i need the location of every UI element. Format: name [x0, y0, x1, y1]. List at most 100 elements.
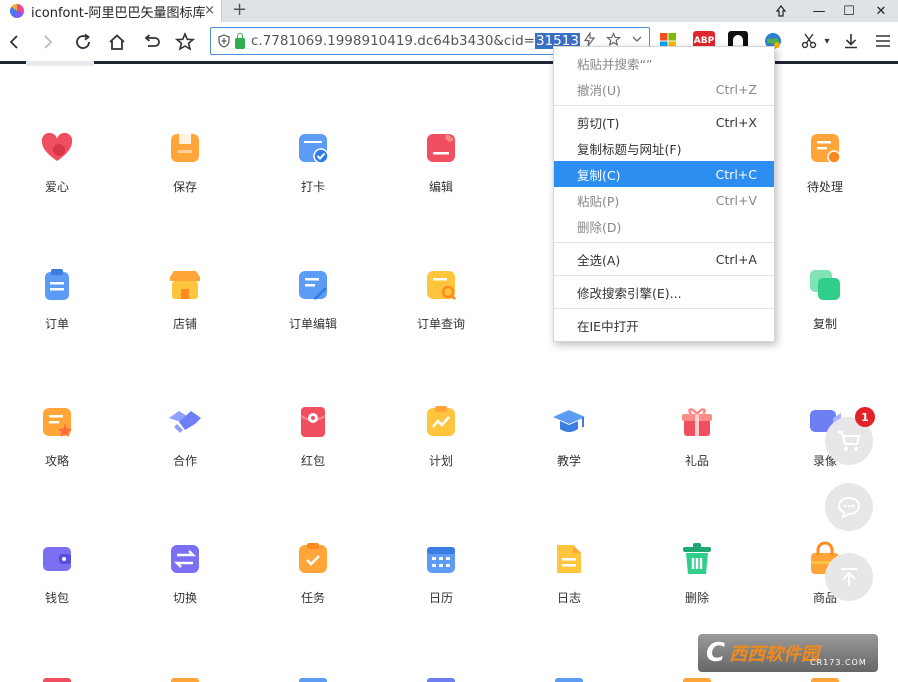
icon-card[interactable]: 任务: [263, 539, 363, 606]
icon-label: 计划: [428, 454, 453, 468]
partial-icon: [811, 678, 839, 682]
icon-label: 日志: [556, 591, 581, 605]
icon-card[interactable]: 日志: [519, 539, 619, 606]
partial-icon: [683, 678, 711, 682]
icon-card[interactable]: 打卡: [263, 128, 363, 195]
back-icon[interactable]: [0, 28, 28, 56]
undo-close-icon[interactable]: [137, 28, 165, 56]
icon-label: 红包: [300, 454, 325, 468]
icon-card[interactable]: 攻略: [7, 402, 107, 469]
shop-icon: [165, 265, 205, 305]
icon-card[interactable]: 店铺: [135, 265, 235, 332]
icon-label: 合作: [172, 454, 197, 468]
save-icon: [165, 128, 205, 168]
tab-close-icon[interactable]: ×: [204, 3, 215, 18]
download-icon[interactable]: [841, 31, 861, 51]
copy-icon: [805, 265, 845, 305]
calendar-icon: [421, 539, 461, 579]
pin-window-icon[interactable]: [766, 0, 796, 22]
icon-card[interactable]: 爱心: [7, 128, 107, 195]
cooperation-icon: [165, 402, 205, 442]
url-text: c.7781069.1998910419.dc64b3430&cid=: [251, 33, 535, 49]
home-icon[interactable]: [103, 28, 131, 56]
icon-label: 复制: [812, 317, 837, 331]
icon-card[interactable]: 订单: [7, 265, 107, 332]
icon-card[interactable]: 删除: [647, 539, 747, 606]
icon-card[interactable]: 日历: [391, 539, 491, 606]
new-tab-button[interactable]: +: [232, 0, 247, 20]
heart-icon: [37, 128, 77, 168]
scissors-icon[interactable]: [797, 31, 821, 51]
dropdown-caret-icon[interactable]: ▾: [821, 31, 833, 51]
chat-button[interactable]: [825, 483, 873, 531]
context-menu-item[interactable]: 复制(C) Ctrl+C: [554, 161, 774, 187]
icon-label: 删除: [684, 591, 709, 605]
back-to-top-button[interactable]: [825, 553, 873, 601]
icon-label: 店铺: [172, 317, 197, 331]
icon-card[interactable]: 钱包: [7, 539, 107, 606]
chat-bubble-icon: [837, 496, 861, 519]
maximize-button[interactable]: ☐: [834, 0, 864, 22]
menu-separator: [554, 308, 774, 309]
menu-item-shortcut: Ctrl+A: [715, 251, 757, 267]
context-menu-item[interactable]: 在IE中打开: [554, 312, 774, 338]
icon-card[interactable]: 合作: [135, 402, 235, 469]
menu-item-label: 撤消(U): [577, 82, 621, 98]
partial-icon: [171, 678, 199, 682]
refresh-icon[interactable]: [69, 28, 97, 56]
log-icon: [549, 539, 589, 579]
delete-icon: [677, 539, 717, 579]
order-edit-icon: [293, 265, 333, 305]
icon-card[interactable]: 复制: [775, 265, 875, 332]
iconfont-favicon-icon: [10, 4, 24, 18]
teaching-icon: [549, 402, 589, 442]
favorite-star-icon[interactable]: [171, 28, 199, 56]
icon-card[interactable]: 计划: [391, 402, 491, 469]
cart-icon: [838, 431, 861, 451]
icon-card[interactable]: 订单编辑: [263, 265, 363, 332]
cart-count-badge: 1: [855, 407, 875, 427]
partial-icon: [427, 678, 455, 682]
browser-tab[interactable]: iconfont-阿里巴巴矢量图标库 ×: [0, 0, 222, 22]
tab-title: iconfont-阿里巴巴矢量图标库: [31, 5, 206, 21]
menu-item-label: 复制标题与网址(F): [577, 141, 682, 157]
icon-label: 保存: [172, 180, 197, 194]
switch-icon: [165, 539, 205, 579]
menu-item-label: 复制(C): [577, 167, 621, 183]
security-shield-icon[interactable]: [217, 34, 231, 48]
icon-label: 订单: [44, 317, 69, 331]
watermark-c-letter: C: [706, 638, 726, 668]
icon-card[interactable]: 待处理: [775, 128, 875, 195]
icon-label: 待处理: [806, 180, 843, 194]
edit-icon: [421, 128, 461, 168]
guide-icon: [37, 402, 77, 442]
icon-card[interactable]: 订单查询: [391, 265, 491, 332]
icon-card[interactable]: 红包: [263, 402, 363, 469]
icon-card[interactable]: 礼品: [647, 402, 747, 469]
watermark-logo: C 西西软件园 CR173.COM: [698, 634, 878, 672]
menu-separator: [554, 242, 774, 243]
context-menu-item[interactable]: 修改搜索引擎(E)...: [554, 279, 774, 305]
partial-icon: [299, 678, 327, 682]
forward-icon[interactable]: [34, 28, 62, 56]
icon-card[interactable]: 切换: [135, 539, 235, 606]
icon-card[interactable]: 保存: [135, 128, 235, 195]
icon-label: 打卡: [300, 180, 325, 194]
menu-item-shortcut: Ctrl+V: [715, 192, 757, 208]
icon-card[interactable]: 编辑: [391, 128, 491, 195]
context-menu-item[interactable]: 全选(A) Ctrl+A: [554, 246, 774, 272]
context-menu-item[interactable]: 剪切(T) Ctrl+X: [554, 109, 774, 135]
menu-item-shortcut: Ctrl+X: [715, 114, 757, 130]
menu-icon[interactable]: [873, 31, 893, 51]
menu-separator: [554, 105, 774, 106]
icon-card[interactable]: 教学: [519, 402, 619, 469]
icon-label: 切换: [172, 591, 197, 605]
close-window-button[interactable]: ✕: [866, 0, 896, 22]
menu-item-label: 全选(A): [577, 252, 621, 268]
menu-item-label: 修改搜索引擎(E)...: [577, 285, 682, 301]
icon-label: 编辑: [428, 180, 453, 194]
icon-label: 攻略: [44, 454, 69, 468]
icon-label: 订单查询: [416, 317, 465, 331]
minimize-button[interactable]: —: [804, 0, 834, 22]
context-menu-item[interactable]: 复制标题与网址(F): [554, 135, 774, 161]
